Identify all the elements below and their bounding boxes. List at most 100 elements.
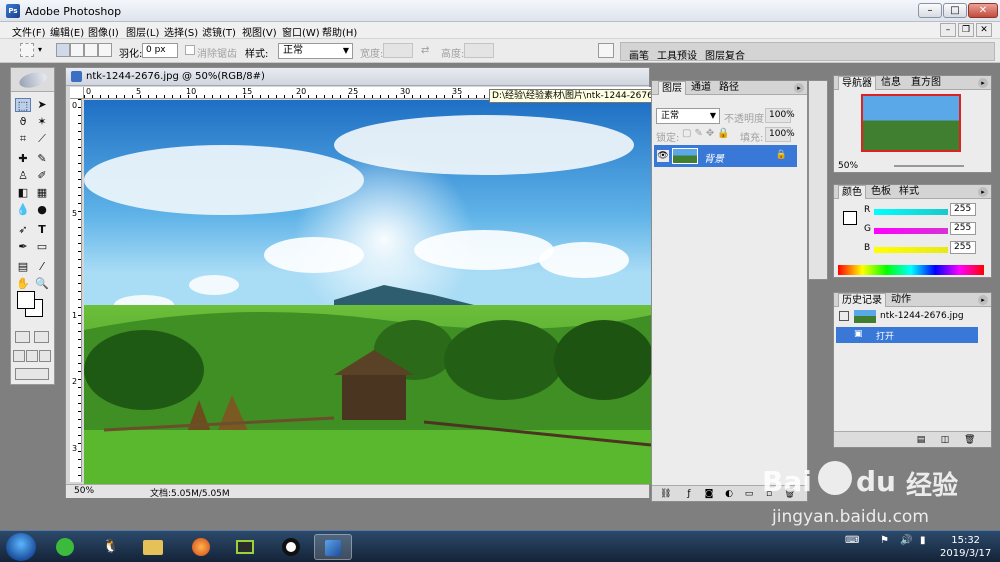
vertical-ruler[interactable]: 0 5 1 2 3 — [70, 99, 82, 482]
fill-input[interactable]: 100% — [765, 127, 795, 142]
clone-stamp-tool-icon[interactable]: ♙ — [15, 169, 31, 183]
rectangle-shape-tool-icon[interactable]: ▭ — [34, 240, 50, 254]
well-tab-brushes[interactable]: 画笔 — [629, 47, 649, 62]
menu-select[interactable]: 选择(S) — [164, 24, 198, 39]
tab-styles[interactable]: 样式 — [896, 185, 922, 199]
standard-screen-mode-icon[interactable] — [13, 350, 25, 362]
lock-icons[interactable]: ▢✎✥🔒 — [682, 128, 733, 139]
photoshop-taskbar-icon[interactable] — [314, 534, 352, 560]
antialias-checkbox[interactable] — [185, 45, 195, 55]
panel-menu-icon[interactable]: ▸ — [978, 187, 988, 197]
full-screen-mode-icon[interactable] — [39, 350, 51, 362]
jump-to-imageready-icon[interactable] — [15, 368, 49, 380]
foreground-color-swatch[interactable] — [17, 291, 35, 309]
mdi-close-button[interactable]: ✕ — [976, 23, 992, 37]
tab-layers[interactable]: 图层 — [658, 81, 686, 95]
color-value-b[interactable]: 255 — [950, 241, 976, 254]
keyboard-icon[interactable]: ⌨ — [845, 535, 859, 546]
notes-tool-icon[interactable]: ▤ — [15, 260, 31, 274]
ruler-origin[interactable] — [70, 87, 84, 99]
file-size-info[interactable]: 文档:5.05M/5.05M — [150, 486, 230, 499]
tab-navigator[interactable]: 导航器 — [838, 76, 876, 90]
panel-menu-icon[interactable]: ▸ — [978, 78, 988, 88]
green-app-icon[interactable] — [46, 534, 84, 560]
add-style-icon[interactable]: ƒ — [684, 489, 694, 499]
layer-name[interactable]: 背景 — [704, 150, 724, 165]
adjustment-layer-icon[interactable]: ◐ — [724, 489, 734, 499]
color-slider-r[interactable] — [874, 209, 948, 215]
eye-icon[interactable]: 👁 — [657, 150, 669, 162]
zoom-tool-icon[interactable]: 🔍 — [34, 277, 50, 291]
blend-mode-select[interactable]: 正常 ▼ — [656, 108, 720, 124]
hand-tool-icon[interactable]: ✋ — [15, 277, 31, 291]
preset-dropdown-icon[interactable]: ▾ — [38, 45, 42, 54]
path-selection-tool-icon[interactable]: ➶ — [15, 223, 31, 237]
history-state-row[interactable]: ▣ 打开 — [836, 327, 978, 343]
pen-tool-icon[interactable]: ✒ — [15, 240, 31, 254]
full-screen-menu-mode-icon[interactable] — [26, 350, 38, 362]
tab-swatches[interactable]: 色板 — [868, 185, 894, 199]
type-tool-icon[interactable]: T — [34, 223, 50, 237]
menu-view[interactable]: 视图(V) — [242, 24, 277, 39]
volume-icon[interactable]: 🔊 — [900, 535, 912, 546]
standard-mode-icon[interactable] — [15, 331, 30, 343]
minimize-button[interactable]: – — [918, 3, 942, 18]
opacity-input[interactable]: 100% — [765, 108, 795, 123]
tab-color[interactable]: 颜色 — [838, 185, 866, 199]
width-input[interactable] — [383, 43, 413, 58]
menu-image[interactable]: 图像(I) — [88, 24, 119, 39]
add-mask-icon[interactable]: ◙ — [704, 489, 714, 499]
panel-menu-icon[interactable]: ▸ — [978, 295, 988, 305]
color-fg-swatch[interactable] — [843, 211, 857, 225]
tab-actions[interactable]: 动作 — [888, 293, 914, 307]
maximize-button[interactable]: □ — [943, 3, 967, 18]
panel-menu-icon[interactable]: ▸ — [794, 83, 804, 93]
document-title-bar[interactable]: ntk-1244-2676.jpg @ 50%(RGB/8#) — [66, 68, 649, 86]
link-layers-icon[interactable]: ⛓ — [660, 489, 671, 499]
menu-filter[interactable]: 滤镜(T) — [202, 24, 236, 39]
navigator-thumbnail[interactable] — [861, 94, 961, 152]
eyedropper-tool-icon[interactable]: ⁄ — [34, 260, 50, 274]
menu-help[interactable]: 帮助(H) — [322, 24, 357, 39]
crop-tool-icon[interactable]: ⌗ — [15, 132, 31, 146]
history-brush-tool-icon[interactable]: ✐ — [34, 169, 50, 183]
clock[interactable]: 15:32 2019/3/17 — [940, 534, 991, 560]
history-brush-source-icon[interactable] — [839, 311, 849, 321]
new-snapshot-icon[interactable]: ◫ — [940, 435, 950, 445]
color-value-g[interactable]: 255 — [950, 222, 976, 235]
menu-edit[interactable]: 编辑(E) — [50, 24, 84, 39]
mdi-restore-button[interactable]: ❐ — [958, 23, 974, 37]
well-tab-tool-presets[interactable]: 工具预设 — [657, 47, 697, 62]
flag-icon[interactable]: ⚑ — [880, 535, 889, 546]
tab-histogram[interactable]: 直方图 — [908, 76, 944, 90]
mdi-minimize-button[interactable]: – — [940, 23, 956, 37]
file-explorer-icon[interactable] — [134, 534, 172, 560]
slice-tool-icon[interactable]: ⟋ — [34, 132, 50, 146]
qq-icon[interactable]: 🐧 — [92, 534, 130, 560]
well-tab-layer-comps[interactable]: 图层复合 — [705, 47, 745, 62]
tab-history[interactable]: 历史记录 — [838, 293, 886, 307]
move-tool-icon[interactable]: ➤ — [34, 98, 50, 112]
new-group-icon[interactable]: ▭ — [744, 489, 754, 499]
height-input[interactable] — [464, 43, 494, 58]
subtract-selection-icon[interactable] — [84, 43, 98, 57]
menu-file[interactable]: 文件(F) — [12, 24, 46, 39]
trash-icon[interactable]: 🗑 — [964, 435, 975, 445]
color-slider-b[interactable] — [874, 247, 948, 253]
zoom-slider[interactable] — [894, 165, 964, 167]
image-canvas[interactable] — [84, 100, 651, 484]
menu-layer[interactable]: 图层(L) — [126, 24, 159, 39]
intersect-selection-icon[interactable] — [98, 43, 112, 57]
style-select[interactable]: 正常 ▼ — [278, 43, 353, 59]
dodge-tool-icon[interactable]: ● — [34, 203, 50, 217]
brush-tool-icon[interactable]: ✎ — [34, 152, 50, 166]
tab-info[interactable]: 信息 — [878, 76, 904, 90]
tab-channels[interactable]: 通道 — [688, 81, 714, 95]
healing-brush-tool-icon[interactable]: ✚ — [15, 152, 31, 166]
navigator-zoom[interactable]: 50% — [838, 161, 858, 171]
menu-window[interactable]: 窗口(W) — [282, 24, 320, 39]
new-selection-icon[interactable] — [56, 43, 70, 57]
zoom-level[interactable]: 50% — [74, 486, 94, 496]
quick-mask-mode-icon[interactable] — [34, 331, 49, 343]
marquee-preset-icon[interactable] — [20, 43, 34, 57]
